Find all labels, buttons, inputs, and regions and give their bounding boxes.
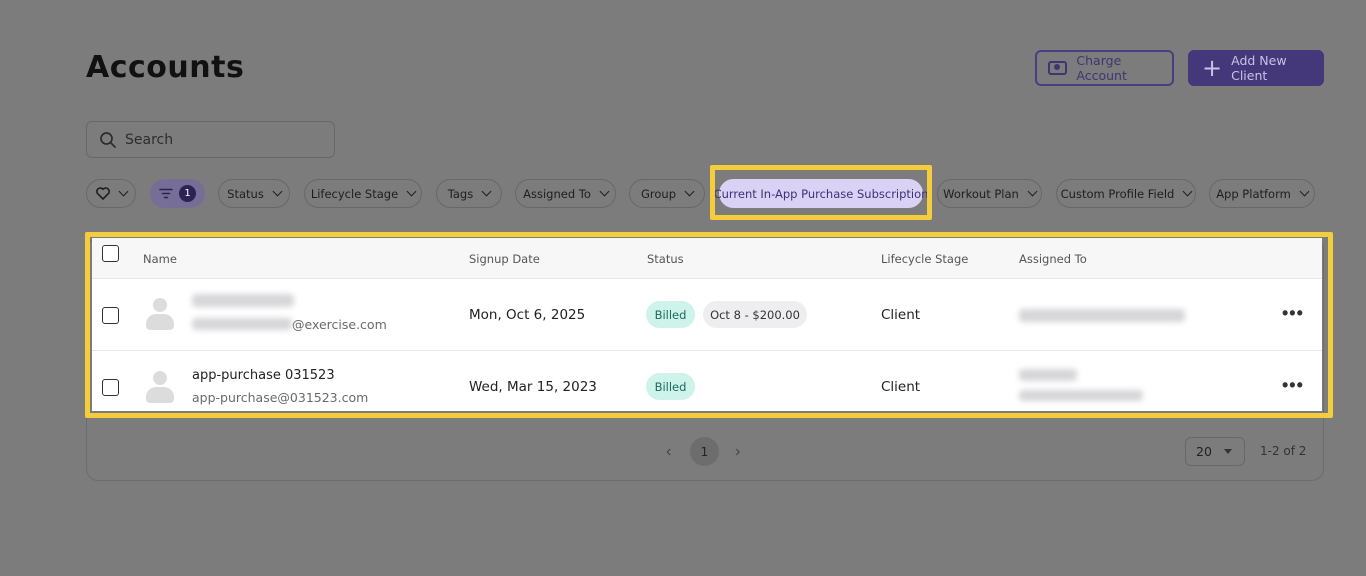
chevron-down-icon	[1027, 186, 1038, 197]
add-new-client-button[interactable]: + Add New Client	[1188, 50, 1324, 86]
workout-plan-filter-label: Workout Plan	[943, 186, 1019, 201]
filter-toggle-button[interactable]: 1	[150, 179, 205, 208]
assigned-to-filter[interactable]: Assigned To	[515, 179, 616, 208]
rows-per-page-select[interactable]: 20	[1185, 437, 1245, 466]
search-input[interactable]	[125, 131, 315, 148]
status-filter[interactable]: Status	[218, 179, 290, 208]
chevron-down-icon	[272, 186, 283, 197]
next-page-button[interactable]: ›	[735, 443, 740, 461]
plus-icon: +	[1202, 54, 1223, 82]
cash-icon	[1048, 61, 1068, 75]
search-box[interactable]	[86, 121, 335, 158]
rows-per-page-value: 20	[1196, 444, 1212, 459]
page-1-button[interactable]: 1	[690, 437, 719, 466]
chevron-down-icon	[599, 186, 610, 197]
prev-page-button[interactable]: ‹	[666, 443, 671, 461]
custom-profile-field-filter-label: Custom Profile Field	[1060, 186, 1175, 201]
add-new-client-label: Add New Client	[1231, 53, 1287, 83]
group-filter[interactable]: Group	[629, 179, 705, 208]
tags-filter-label: Tags	[447, 186, 474, 201]
app-platform-filter-label: App Platform	[1216, 186, 1291, 201]
page-title: Accounts	[86, 50, 245, 85]
lifecycle-stage-filter-label: Lifecycle Stage	[310, 186, 399, 201]
search-icon	[100, 131, 116, 148]
lifecycle-stage-filter[interactable]: Lifecycle Stage	[304, 179, 422, 208]
custom-profile-field-filter[interactable]: Custom Profile Field	[1056, 179, 1196, 208]
page-range-text: 1-2 of 2	[1260, 444, 1307, 458]
charge-account-label: Charge Account	[1076, 53, 1127, 83]
chevron-down-icon	[1299, 186, 1310, 197]
filter-icon	[159, 188, 173, 199]
chevron-down-icon	[684, 186, 695, 197]
chevron-down-icon	[481, 186, 492, 197]
group-filter-label: Group	[640, 186, 676, 201]
charge-account-button[interactable]: Charge Account	[1035, 50, 1174, 86]
heart-icon	[95, 187, 110, 200]
tags-filter[interactable]: Tags	[436, 179, 502, 208]
table-highlight-frame	[85, 232, 1333, 418]
status-filter-label: Status	[227, 186, 264, 201]
assigned-to-filter-label: Assigned To	[523, 186, 591, 201]
chevron-down-icon	[1182, 186, 1193, 197]
app-platform-filter[interactable]: App Platform	[1209, 179, 1315, 208]
chevron-down-icon	[118, 186, 128, 197]
filter-count-badge: 1	[179, 185, 196, 202]
workout-plan-filter[interactable]: Workout Plan	[937, 179, 1042, 208]
filter-highlight-frame	[710, 165, 932, 220]
pagination: ‹ 1 › 20 1-2 of 2	[0, 437, 1366, 467]
chevron-down-icon	[406, 186, 417, 197]
favorites-filter[interactable]	[86, 179, 136, 208]
caret-down-icon	[1223, 449, 1232, 454]
